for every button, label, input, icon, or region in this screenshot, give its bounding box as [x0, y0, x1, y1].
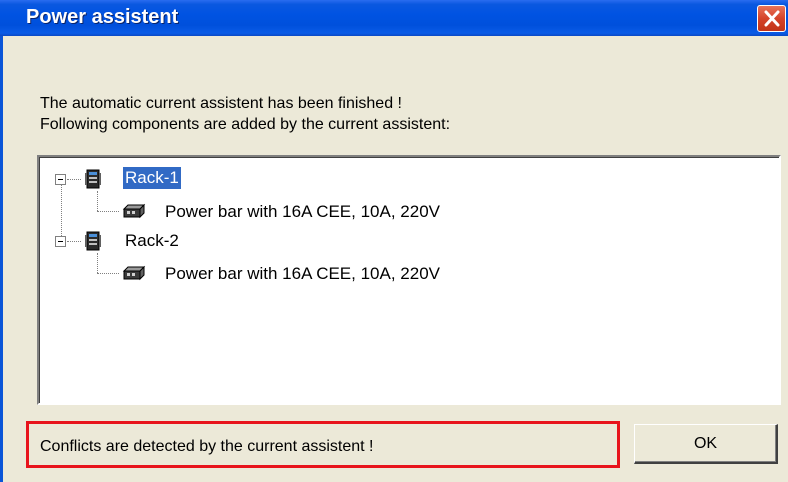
tree-connector — [97, 273, 119, 274]
tree-connector — [97, 191, 98, 211]
collapse-toggle-rack-2[interactable] — [55, 236, 66, 247]
close-button[interactable] — [757, 5, 786, 32]
tree-node-power-bar-rack-1[interactable]: Power bar with 16A CEE, 10A, 220V — [163, 201, 442, 223]
components-tree[interactable]: Rack-1 Power bar with 16A CEE, 10A, 220V… — [37, 155, 781, 405]
tree-connector — [67, 179, 81, 180]
rack-icon — [85, 169, 101, 189]
power-bar-icon — [122, 265, 146, 281]
collapse-toggle-rack-1[interactable] — [55, 174, 66, 185]
power-bar-icon — [122, 203, 146, 219]
tree-node-rack-1[interactable]: Rack-1 — [123, 167, 181, 189]
ok-button[interactable]: OK — [634, 424, 778, 464]
window-frame-left — [0, 36, 3, 482]
tree-node-power-bar-rack-2[interactable]: Power bar with 16A CEE, 10A, 220V — [163, 263, 442, 285]
title-bar[interactable]: Power assistent — [0, 0, 788, 36]
window-title: Power assistent — [26, 6, 179, 28]
tree-connector — [97, 211, 119, 212]
rack-icon — [85, 231, 101, 251]
tree-node-rack-2[interactable]: Rack-2 — [123, 230, 181, 252]
conflict-highlight-box — [26, 421, 620, 468]
power-assistent-dialog: Power assistent The automatic current as… — [0, 0, 788, 482]
tree-connector — [97, 253, 98, 273]
tree-connector — [67, 241, 81, 242]
close-icon — [764, 10, 780, 27]
components-added-message: Following components are added by the cu… — [40, 116, 451, 133]
finished-message: The automatic current assistent has been… — [40, 95, 402, 112]
